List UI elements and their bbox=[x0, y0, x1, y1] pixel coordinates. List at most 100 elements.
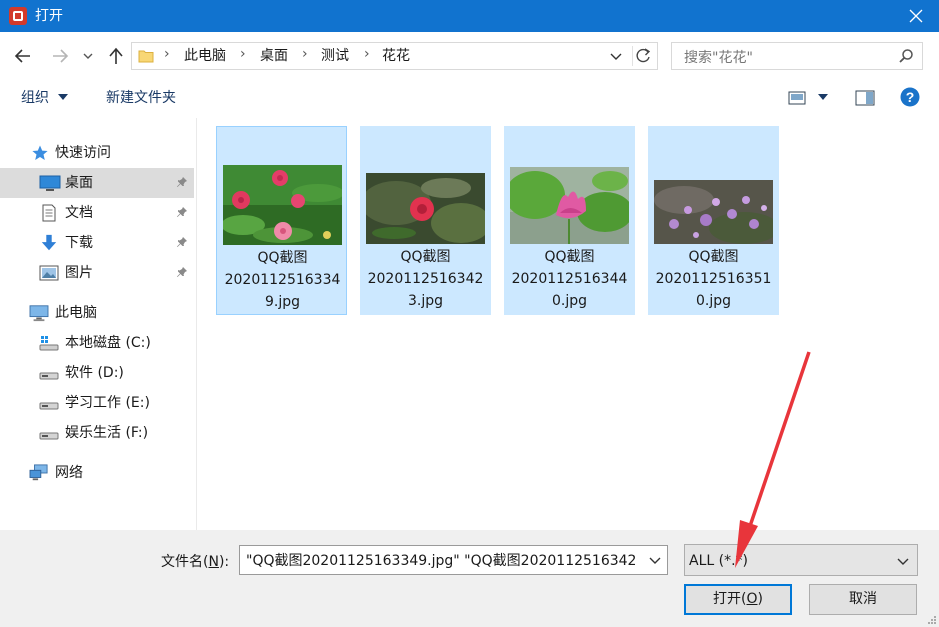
sidebar-item-label: 桌面 bbox=[65, 175, 93, 191]
sidebar-item-label: 下载 bbox=[65, 235, 93, 251]
breadcrumb-separator: › bbox=[364, 46, 370, 62]
sidebar-item-label: 快速访问 bbox=[55, 145, 111, 161]
breadcrumb-desktop[interactable]: 桌面 bbox=[260, 47, 288, 65]
drive-icon bbox=[39, 402, 59, 410]
sidebar-item-label: 此电脑 bbox=[55, 305, 97, 321]
file-name-line: 0.jpg bbox=[695, 293, 732, 309]
file-name-line: 9.jpg bbox=[264, 294, 301, 310]
resize-grip-icon[interactable] bbox=[927, 615, 937, 625]
sidebar-item-documents[interactable]: 文档 bbox=[0, 198, 194, 228]
drive-icon bbox=[39, 372, 59, 380]
pin-icon bbox=[177, 267, 187, 277]
file-type-select[interactable]: ALL (*.*) bbox=[684, 544, 918, 576]
svg-text:?: ? bbox=[906, 89, 915, 105]
help-button[interactable]: ? bbox=[900, 87, 920, 107]
close-button[interactable] bbox=[893, 0, 939, 32]
breadcrumb-separator: › bbox=[240, 46, 246, 62]
view-mode-button[interactable] bbox=[788, 90, 806, 106]
file-name-line: QQ截图 bbox=[544, 249, 595, 265]
preview-pane-button[interactable] bbox=[855, 90, 875, 106]
sidebar-item-this-pc[interactable]: 此电脑 bbox=[0, 298, 194, 328]
thumbnail-image bbox=[366, 173, 485, 244]
forward-button[interactable] bbox=[48, 44, 72, 68]
dialog-footer: 文件名(N): "QQ截图20201125163349.jpg" "QQ截图20… bbox=[0, 530, 939, 627]
address-history-button[interactable] bbox=[608, 47, 626, 65]
up-button[interactable] bbox=[104, 44, 128, 68]
pin-icon bbox=[177, 237, 187, 247]
refresh-button[interactable] bbox=[632, 46, 654, 66]
arrow-up-icon bbox=[109, 47, 123, 64]
chevron-down-icon[interactable] bbox=[647, 552, 663, 568]
download-icon bbox=[41, 234, 57, 251]
breadcrumb-separator: › bbox=[164, 46, 170, 62]
organize-button[interactable]: 组织 bbox=[21, 88, 49, 108]
cancel-button[interactable]: 取消 bbox=[809, 584, 917, 615]
sidebar-item-drive-e[interactable]: 学习工作 (E:) bbox=[0, 388, 194, 418]
back-button[interactable] bbox=[11, 44, 35, 68]
picture-icon bbox=[39, 265, 59, 281]
filename-input[interactable]: "QQ截图20201125163349.jpg" "QQ截图2020112516… bbox=[239, 545, 668, 575]
new-folder-button[interactable]: 新建文件夹 bbox=[106, 88, 176, 108]
search-box[interactable]: 搜索"花花" bbox=[671, 42, 923, 70]
file-name-line: 3.jpg bbox=[407, 293, 444, 309]
sidebar-item-label: 学习工作 (E:) bbox=[65, 395, 150, 411]
sidebar-item-pictures[interactable]: 图片 bbox=[0, 258, 194, 288]
app-icon bbox=[9, 7, 27, 25]
sidebar-item-label: 娱乐生活 (F:) bbox=[65, 425, 149, 441]
open-button[interactable]: 打开(O) bbox=[684, 584, 792, 615]
search-icon bbox=[899, 49, 913, 63]
chevron-down-icon bbox=[610, 53, 622, 60]
pin-icon bbox=[177, 177, 187, 187]
breadcrumb-huahua[interactable]: 花花 bbox=[382, 47, 410, 65]
filename-label: 文件名(N): bbox=[161, 554, 230, 570]
recent-locations-button[interactable] bbox=[80, 44, 96, 68]
file-type-value: ALL (*.*) bbox=[689, 553, 749, 569]
file-name-line: 2020112516334 bbox=[224, 272, 341, 288]
file-item[interactable]: QQ截图 2020112516334 9.jpg bbox=[216, 126, 347, 315]
sidebar-item-drive-c[interactable]: 本地磁盘 (C:) bbox=[0, 328, 194, 358]
close-icon bbox=[909, 9, 923, 23]
desktop-icon bbox=[39, 175, 61, 191]
file-name-line: QQ截图 bbox=[688, 249, 739, 265]
arrow-left-icon bbox=[14, 49, 30, 63]
search-placeholder: 搜索"花花" bbox=[684, 50, 753, 66]
sidebar-item-quick-access[interactable]: 快速访问 bbox=[0, 138, 194, 168]
drive-icon bbox=[39, 432, 59, 440]
breadcrumb-this-pc[interactable]: 此电脑 bbox=[184, 47, 226, 65]
window-title: 打开 bbox=[35, 8, 63, 24]
caret-down-icon[interactable] bbox=[818, 94, 828, 101]
file-name-line: QQ截图 bbox=[257, 250, 308, 266]
thumbnail-image bbox=[654, 180, 773, 244]
folder-icon bbox=[138, 50, 154, 63]
sidebar-item-drive-f[interactable]: 娱乐生活 (F:) bbox=[0, 418, 194, 448]
star-icon bbox=[32, 145, 48, 160]
sidebar-item-desktop[interactable]: 桌面 bbox=[0, 168, 194, 198]
caret-down-icon bbox=[58, 94, 68, 100]
address-bar[interactable]: › 此电脑 › 桌面 › 测试 › 花花 bbox=[131, 42, 658, 70]
sidebar-item-network[interactable]: 网络 bbox=[0, 458, 194, 488]
sidebar-item-label: 本地磁盘 (C:) bbox=[65, 335, 151, 351]
sidebar-item-drive-d[interactable]: 软件 (D:) bbox=[0, 358, 194, 388]
pin-icon bbox=[177, 207, 187, 217]
computer-icon bbox=[29, 305, 49, 322]
filename-value: "QQ截图20201125163349.jpg" "QQ截图2020112516… bbox=[246, 553, 637, 569]
refresh-icon bbox=[636, 48, 651, 63]
sidebar-item-downloads[interactable]: 下载 bbox=[0, 228, 194, 258]
system-drive-icon bbox=[39, 336, 59, 351]
toolbar: 组织 新建文件夹 ? bbox=[0, 78, 939, 118]
breadcrumb-separator: › bbox=[302, 46, 308, 62]
file-item[interactable]: QQ截图 2020112516344 0.jpg bbox=[504, 126, 635, 315]
thumbnail-image bbox=[223, 165, 342, 245]
sidebar-item-label: 文档 bbox=[65, 205, 93, 221]
navigation-pane: 快速访问 桌面 文档 下载 图片 此电脑 本地磁盘 (C:) 软件 (D:) 学… bbox=[0, 118, 197, 530]
breadcrumb-test[interactable]: 测试 bbox=[321, 47, 349, 65]
file-item[interactable]: QQ截图 2020112516351 0.jpg bbox=[648, 126, 779, 315]
title-bar: 打开 bbox=[0, 0, 939, 32]
arrow-right-icon bbox=[53, 49, 69, 63]
file-name-line: 2020112516342 bbox=[367, 271, 484, 287]
chevron-down-icon bbox=[897, 558, 909, 565]
file-item[interactable]: QQ截图 2020112516342 3.jpg bbox=[360, 126, 491, 315]
navigation-row: › 此电脑 › 桌面 › 测试 › 花花 搜索"花花" bbox=[0, 32, 939, 78]
file-name-line: QQ截图 bbox=[400, 249, 451, 265]
sidebar-item-label: 图片 bbox=[65, 265, 93, 281]
